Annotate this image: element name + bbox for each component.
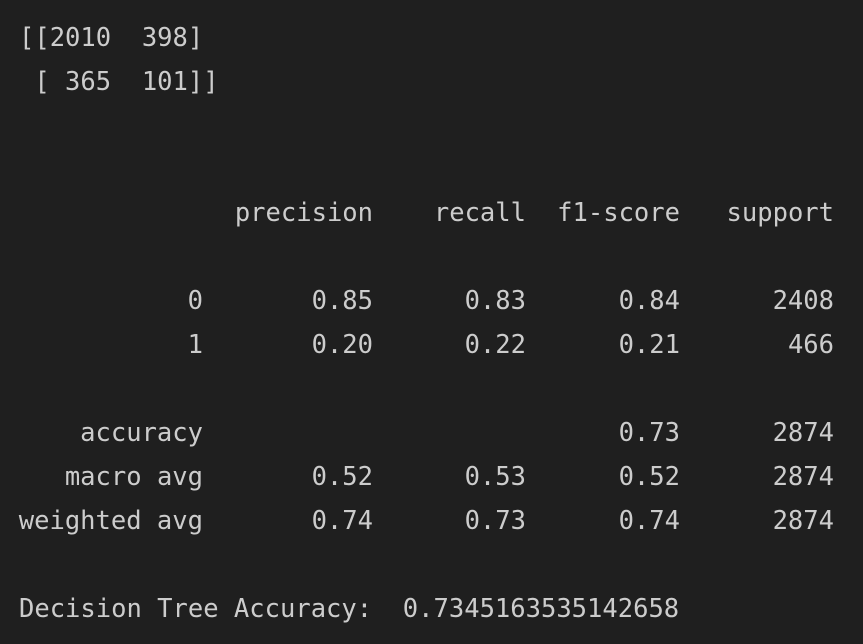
row-recall: 0.73 (464, 506, 526, 536)
decision-tree-accuracy-line: Decision Tree Accuracy: 0.73451635351426… (19, 594, 680, 624)
report-row-1: 1 0.20 0.22 0.21 466 (0, 323, 863, 367)
row-precision: 0.20 (311, 330, 373, 360)
row-label: 1 (187, 330, 203, 360)
header-support: support (726, 198, 834, 228)
console-output: [[2010 398] [ 365 101]] precision recall… (0, 0, 863, 644)
row-recall: 0.53 (464, 462, 526, 492)
confusion-matrix-line-2: [ 365 101]] (19, 67, 219, 97)
header-recall: recall (433, 198, 526, 228)
report-row-accuracy: accuracy 0.73 2874 (0, 411, 863, 455)
row-support: 2408 (772, 286, 834, 316)
header-precision: precision (234, 198, 373, 228)
row-f1-score: 0.73 (618, 418, 680, 448)
row-support: 2874 (772, 418, 834, 448)
row-precision: 0.74 (311, 506, 373, 536)
row-precision: 0.85 (311, 286, 373, 316)
row-label: weighted avg (18, 506, 203, 536)
row-support: 2874 (772, 462, 834, 492)
report-header-row: precision recall f1-score support (0, 191, 863, 235)
report-row-macro-avg: macro avg 0.52 0.53 0.52 2874 (0, 455, 863, 499)
row-support: 466 (787, 330, 834, 360)
row-label: 0 (187, 286, 203, 316)
row-f1-score: 0.74 (618, 506, 680, 536)
row-f1-score: 0.84 (618, 286, 680, 316)
row-recall: 0.83 (464, 286, 526, 316)
row-label: macro avg (64, 462, 203, 492)
row-label: accuracy (80, 418, 203, 448)
row-recall: 0.22 (464, 330, 526, 360)
confusion-matrix-line-1: [[2010 398] (19, 23, 204, 53)
report-row-weighted-avg: weighted avg 0.74 0.73 0.74 2874 (0, 499, 863, 543)
row-f1-score: 0.52 (618, 462, 680, 492)
row-support: 2874 (772, 506, 834, 536)
row-precision: 0.52 (311, 462, 373, 492)
header-f1-score: f1-score (557, 198, 680, 228)
row-f1-score: 0.21 (618, 330, 680, 360)
report-row-0: 0 0.85 0.83 0.84 2408 (0, 279, 863, 323)
